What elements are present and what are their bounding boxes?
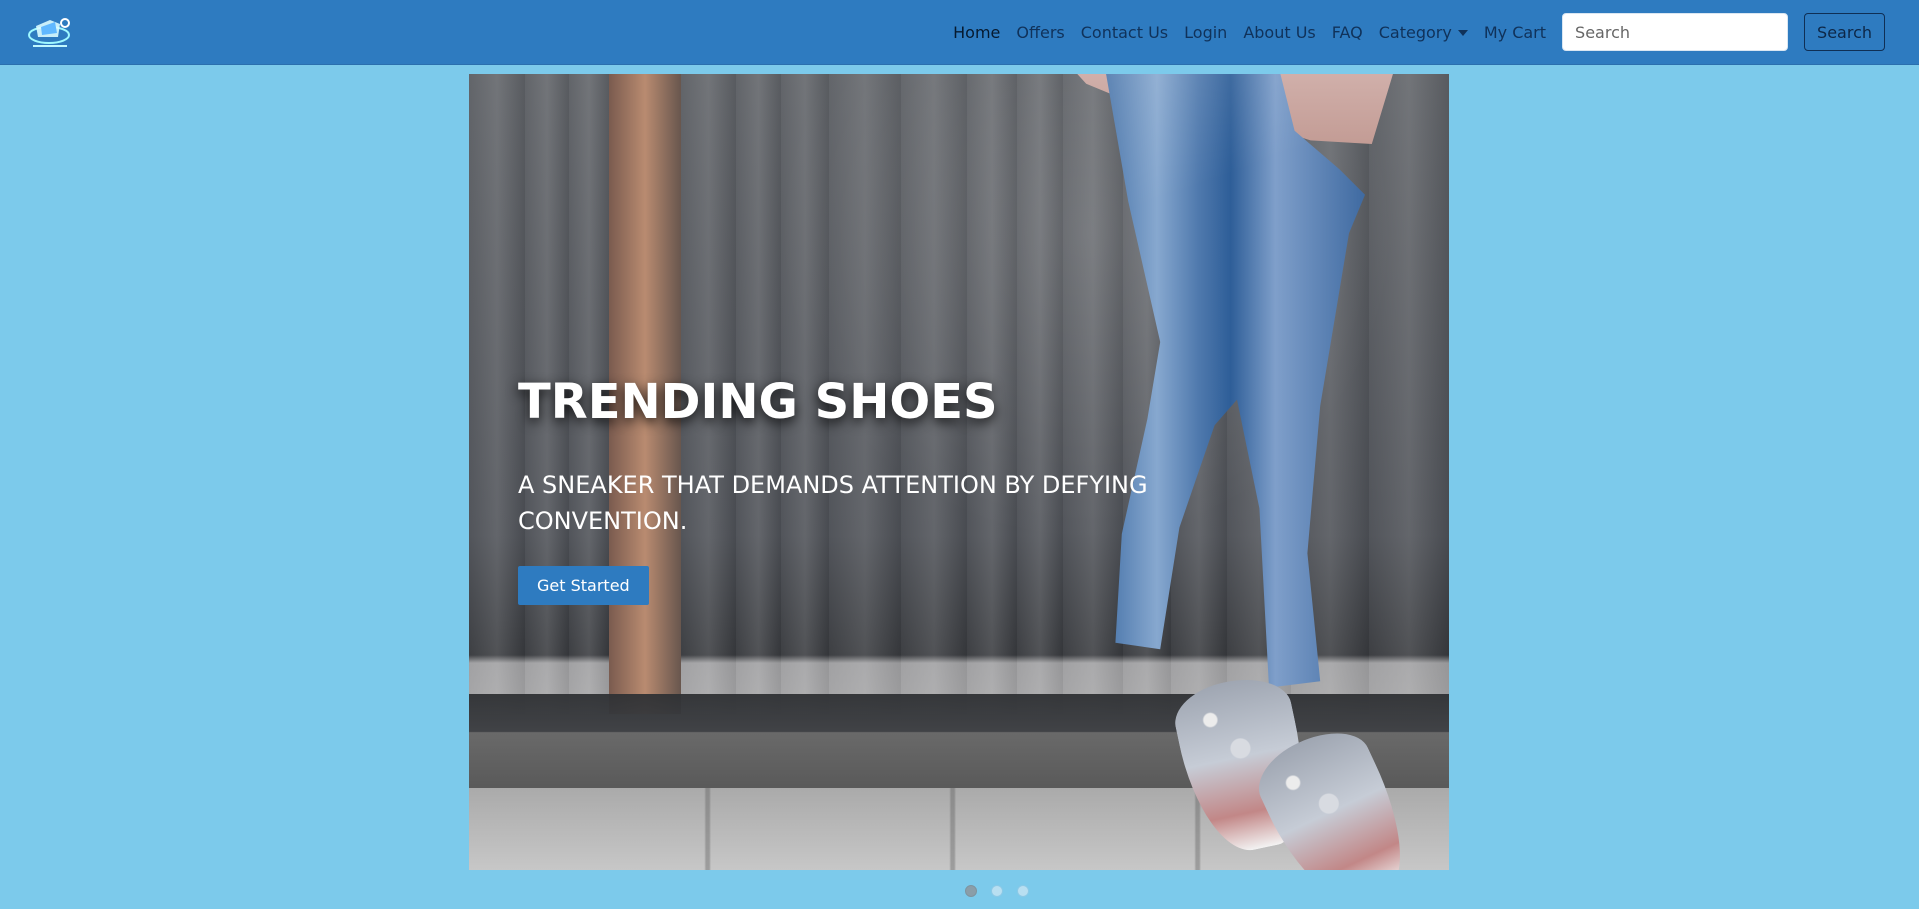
get-started-button[interactable]: Get Started	[518, 566, 649, 605]
carousel-indicators	[965, 885, 1029, 897]
main-navigation: Home Offers Contact Us Login About Us FA…	[953, 0, 1885, 64]
hero-caption: TRENDING SHOES A SNEAKER THAT DEMANDS AT…	[518, 376, 1158, 539]
nav-login-link[interactable]: Login	[1184, 23, 1227, 42]
nav-cart-link[interactable]: My Cart	[1484, 23, 1546, 42]
shoe-logo-icon[interactable]	[26, 15, 74, 51]
background-container-panel	[469, 74, 525, 714]
nav-contact-link[interactable]: Contact Us	[1081, 23, 1168, 42]
carousel-indicator-2[interactable]	[991, 885, 1003, 897]
category-label: Category	[1378, 22, 1452, 42]
hero-subtitle: A SNEAKER THAT DEMANDS ATTENTION BY DEFY…	[518, 470, 1148, 535]
carousel-indicator-1[interactable]	[965, 885, 977, 897]
chevron-down-icon	[1457, 30, 1468, 36]
search-button[interactable]: Search	[1804, 13, 1885, 51]
carousel-indicator-3[interactable]	[1017, 885, 1029, 897]
background-container-panel	[1369, 74, 1449, 714]
hero-title: TRENDING SHOES	[518, 374, 998, 430]
nav-home-link[interactable]: Home	[953, 23, 1000, 42]
top-navbar: Home Offers Contact Us Login About Us FA…	[0, 0, 1919, 65]
search-input[interactable]	[1562, 13, 1789, 51]
nav-faq-link[interactable]: FAQ	[1332, 23, 1363, 42]
nav-offers-link[interactable]: Offers	[1016, 23, 1064, 42]
nav-category-dropdown[interactable]: Category	[1379, 23, 1468, 42]
nav-about-link[interactable]: About Us	[1243, 23, 1315, 42]
